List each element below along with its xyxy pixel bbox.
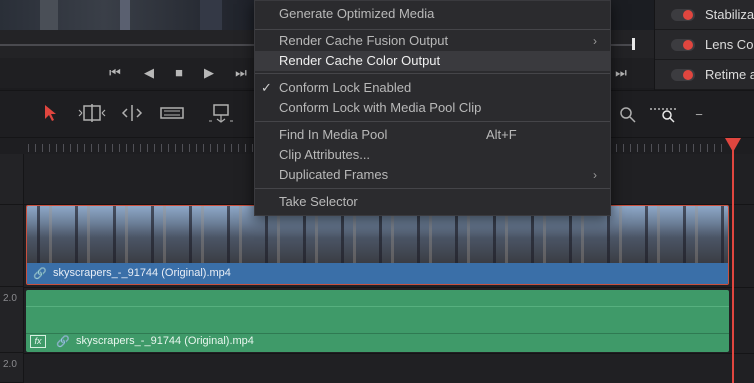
reverse-play-icon[interactable]: ◀ bbox=[138, 63, 160, 83]
menu-item-label: Conform Lock Enabled bbox=[279, 80, 412, 95]
inspector-row-stabilization[interactable]: Stabilizati bbox=[655, 0, 754, 30]
menu-item-clip-attributes[interactable]: Clip Attributes... bbox=[255, 145, 610, 165]
menu-item-label: Generate Optimized Media bbox=[279, 6, 435, 21]
audio-track-label: 2.0 bbox=[3, 293, 17, 304]
track-header-empty bbox=[0, 154, 24, 205]
next-edit-icon[interactable]: ⏭ bbox=[610, 63, 632, 83]
inspector-row-label: Stabilizati bbox=[705, 7, 754, 22]
scrubber-handle[interactable] bbox=[632, 38, 635, 50]
blade-tool-icon[interactable] bbox=[158, 103, 186, 127]
zoom-out-icon[interactable]: − bbox=[692, 103, 706, 127]
zoom-detail-icon[interactable] bbox=[616, 103, 638, 127]
menu-separator bbox=[255, 29, 610, 30]
inspector-row-label: Lens Corr bbox=[705, 37, 754, 52]
playhead-marker-icon[interactable] bbox=[725, 138, 741, 152]
menu-item-generate-optimized-media[interactable]: Generate Optimized Media bbox=[255, 4, 610, 24]
menu-item-render-cache-color-output[interactable]: Render Cache Color Output bbox=[255, 51, 610, 71]
video-clip-name: skyscrapers_-_91744 (Original).mp4 bbox=[53, 267, 231, 279]
track-header-audio-1: 2.0 bbox=[0, 287, 24, 353]
menu-item-label: Render Cache Color Output bbox=[279, 53, 441, 68]
menu-item-label: Render Cache Fusion Output bbox=[279, 33, 449, 48]
track-divider bbox=[24, 353, 754, 354]
trim-tool-icon[interactable] bbox=[78, 103, 106, 127]
audio-track-label: 2.0 bbox=[3, 359, 17, 370]
menu-item-render-cache-fusion-output[interactable]: Render Cache Fusion Output › bbox=[255, 31, 610, 51]
viewer-preview bbox=[0, 0, 260, 30]
go-to-start-icon[interactable]: ⏮ bbox=[104, 63, 126, 83]
audio-clip-name: skyscrapers_-_91744 (Original).mp4 bbox=[76, 335, 254, 347]
menu-item-label: Conform Lock with Media Pool Clip bbox=[279, 100, 482, 115]
menu-item-label: Find In Media Pool bbox=[279, 127, 388, 142]
toggle-switch[interactable] bbox=[671, 9, 695, 21]
insert-clip-icon[interactable] bbox=[206, 103, 236, 127]
menu-item-label: Duplicated Frames bbox=[279, 167, 389, 182]
audio-clip[interactable]: fx 🔗 skyscrapers_-_91744 (Original).mp4 bbox=[26, 290, 729, 352]
menu-item-label: Take Selector bbox=[279, 194, 358, 209]
menu-item-duplicated-frames[interactable]: Duplicated Frames › bbox=[255, 165, 610, 185]
toggle-switch[interactable] bbox=[671, 39, 695, 51]
menu-item-shortcut: Alt+F bbox=[486, 127, 517, 142]
menu-separator bbox=[255, 73, 610, 74]
link-icon: 🔗 bbox=[56, 336, 70, 348]
submenu-arrow-icon: › bbox=[593, 34, 597, 48]
submenu-arrow-icon: › bbox=[593, 168, 597, 182]
audio-waveform-area bbox=[26, 290, 729, 334]
menu-separator bbox=[255, 188, 610, 189]
clip-context-menu: Generate Optimized Media Render Cache Fu… bbox=[254, 0, 611, 216]
dynamic-trim-icon[interactable] bbox=[118, 103, 146, 127]
video-clip-label-bar: 🔗 skyscrapers_-_91744 (Original).mp4 bbox=[27, 263, 728, 284]
menu-item-conform-lock-with-media-pool-clip[interactable]: Conform Lock with Media Pool Clip bbox=[255, 98, 610, 118]
selection-tool-icon[interactable] bbox=[42, 103, 62, 127]
playhead-line[interactable] bbox=[732, 138, 734, 383]
go-to-end-icon[interactable]: ⏭ bbox=[230, 63, 252, 83]
menu-separator bbox=[255, 121, 610, 122]
checkmark-icon: ✓ bbox=[261, 80, 272, 95]
inspector-row-lens-correction[interactable]: Lens Corr bbox=[655, 30, 754, 60]
track-divider bbox=[24, 287, 754, 288]
video-clip[interactable]: 🔗 skyscrapers_-_91744 (Original).mp4 bbox=[26, 205, 729, 285]
menu-item-label: Clip Attributes... bbox=[279, 147, 371, 162]
zoom-custom-icon[interactable] bbox=[648, 103, 678, 127]
link-icon: 🔗 bbox=[33, 268, 47, 280]
track-header-audio-2: 2.0 bbox=[0, 353, 24, 383]
stop-icon[interactable]: ■ bbox=[168, 63, 190, 83]
inspector-row-retime[interactable]: Retime a bbox=[655, 60, 754, 90]
fx-badge: fx bbox=[30, 335, 46, 348]
track-header-video bbox=[0, 205, 24, 287]
audio-level-line bbox=[26, 306, 729, 307]
viewer-preview-right bbox=[608, 0, 654, 30]
inspector-panel: Stabilizati Lens Corr Retime a bbox=[654, 0, 754, 90]
menu-item-conform-lock-enabled[interactable]: ✓ Conform Lock Enabled bbox=[255, 78, 610, 98]
toggle-switch[interactable] bbox=[671, 69, 695, 81]
menu-item-take-selector[interactable]: Take Selector bbox=[255, 192, 610, 212]
play-icon[interactable]: ▶ bbox=[198, 63, 220, 83]
inspector-row-label: Retime a bbox=[705, 67, 754, 82]
menu-item-find-in-media-pool[interactable]: Find In Media Pool Alt+F bbox=[255, 125, 610, 145]
